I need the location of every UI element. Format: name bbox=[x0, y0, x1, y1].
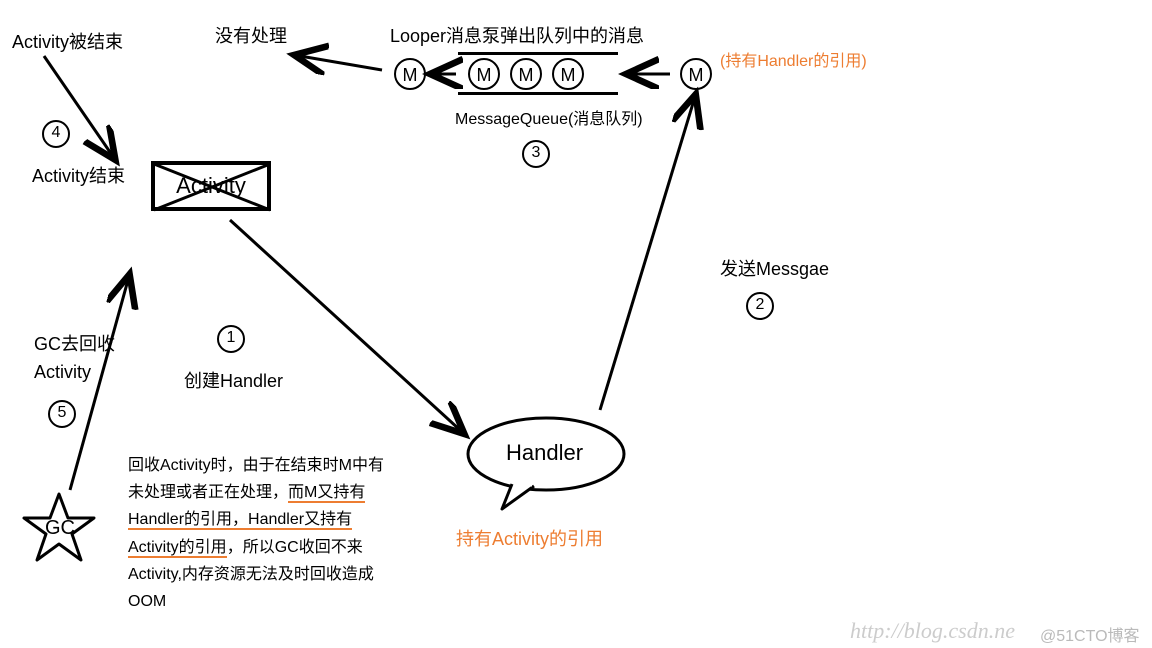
explanation-paragraph: 回收Activity时，由于在结束时M中有 未处理或者正在处理，而M又持有 Ha… bbox=[128, 452, 408, 615]
para-l5a: Activity,内存资源无法及时回收造成 bbox=[128, 566, 374, 583]
queue-top-bar bbox=[458, 52, 618, 55]
queue-bottom-bar bbox=[458, 92, 618, 95]
label-hold-handler-ref: (持有Handler的引用) bbox=[720, 50, 900, 74]
label-no-handle: 没有处理 bbox=[215, 22, 287, 48]
msg-circle-incoming: M bbox=[680, 58, 712, 90]
gc-label: GC bbox=[45, 517, 75, 540]
label-message-queue: MessageQueue(消息队列) bbox=[455, 105, 643, 129]
step-5-badge: 5 bbox=[48, 400, 76, 428]
step-4-badge: 4 bbox=[42, 120, 70, 148]
para-l4a: Activity的引用 bbox=[128, 539, 227, 558]
para-l2b: 而M又持有 bbox=[288, 484, 365, 503]
para-l1: 回收Activity时，由于在结束时M中有 bbox=[128, 457, 384, 474]
para-l2a: 未处理或者正在处理， bbox=[128, 484, 288, 501]
watermark-csdn: http://blog.csdn.ne bbox=[850, 618, 1015, 644]
msg-circle-2: M bbox=[510, 58, 542, 90]
label-gc-recycle2: Activity bbox=[34, 362, 91, 383]
activity-box: Activity bbox=[151, 161, 271, 211]
step-3-badge: 3 bbox=[522, 140, 550, 168]
label-gc-recycle: GC去回收 bbox=[34, 330, 115, 356]
label-hold-activity-ref: 持有Activity的引用 bbox=[456, 525, 603, 551]
handler-label: Handler bbox=[506, 440, 583, 466]
label-activity-ended-top: Activity被结束 bbox=[12, 28, 123, 54]
msg-circle-popped: M bbox=[394, 58, 426, 90]
label-activity-end: Activity结束 bbox=[32, 162, 125, 188]
msg-circle-1: M bbox=[468, 58, 500, 90]
label-looper-title: Looper消息泵弹出队列中的消息 bbox=[390, 22, 644, 48]
label-send-message: 发送Messgae bbox=[720, 255, 829, 281]
label-create-handler: 创建Handler bbox=[184, 367, 283, 393]
para-l3a: Handler的引用，Handler又持有 bbox=[128, 511, 352, 530]
step-2-badge: 2 bbox=[746, 292, 774, 320]
msg-circle-3: M bbox=[552, 58, 584, 90]
watermark-51cto: @51CTO博客 bbox=[1040, 622, 1140, 646]
para-l6a: OOM bbox=[128, 593, 166, 610]
step-1-badge: 1 bbox=[217, 325, 245, 353]
para-l4b: ，所以GC收回不来 bbox=[227, 539, 363, 556]
